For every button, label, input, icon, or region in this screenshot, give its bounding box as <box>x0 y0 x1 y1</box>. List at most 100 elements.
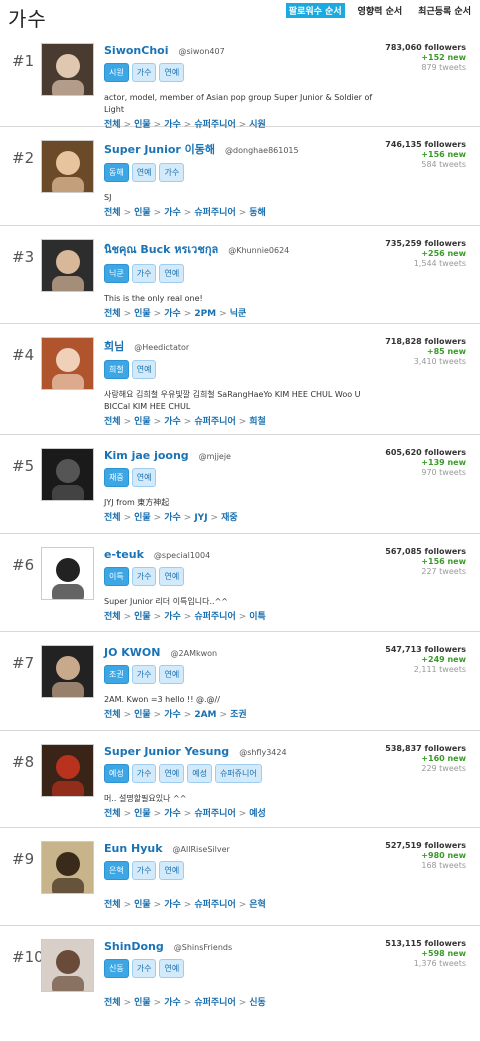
breadcrumb-link[interactable]: 가수 <box>164 710 181 720</box>
avatar[interactable] <box>41 744 94 797</box>
category-tag[interactable]: 예성 <box>104 764 129 783</box>
breadcrumb-link[interactable]: 닉쿤 <box>230 309 247 319</box>
category-tag[interactable]: 연예 <box>131 468 157 487</box>
category-tag[interactable]: 연예 <box>159 63 185 82</box>
user-name-link[interactable]: JO KWON <box>104 646 161 659</box>
breadcrumb-link[interactable]: 가수 <box>164 612 181 622</box>
avatar[interactable] <box>41 939 94 992</box>
breadcrumb-link[interactable]: 가수 <box>164 513 181 523</box>
category-tag[interactable]: 조권 <box>104 665 129 684</box>
category-tag[interactable]: 닉쿤 <box>104 264 129 283</box>
breadcrumb-link[interactable]: 전체 <box>104 612 121 622</box>
breadcrumb-link[interactable]: 이특 <box>249 612 266 622</box>
breadcrumb-link[interactable]: 신동 <box>249 998 266 1008</box>
category-tag[interactable]: 가수 <box>131 63 157 82</box>
breadcrumb-link[interactable]: 인물 <box>134 710 151 720</box>
user-row: #7 JO KWON @2AMkwon 조권 가수 연예 2AM. Kwon =3 hell… <box>0 632 480 731</box>
breadcrumb-link[interactable]: 가수 <box>164 208 181 218</box>
category-tag[interactable]: 희철 <box>104 360 129 379</box>
breadcrumb-link[interactable]: 가수 <box>164 998 181 1008</box>
breadcrumb-link[interactable]: 동해 <box>249 208 266 218</box>
breadcrumb-link[interactable]: 전체 <box>104 208 121 218</box>
category-tag[interactable]: 가수 <box>159 163 185 182</box>
breadcrumb-link[interactable]: 가수 <box>164 417 181 427</box>
category-tag[interactable]: 슈퍼쥬니어 <box>214 764 262 783</box>
sort-tab-followers[interactable]: 팔로워수 순서 <box>285 3 345 18</box>
breadcrumb-link[interactable]: 전체 <box>104 998 121 1008</box>
breadcrumb-link[interactable]: 가수 <box>164 309 181 319</box>
category-tag[interactable]: 재중 <box>104 468 129 487</box>
category-tag[interactable]: 연예 <box>159 567 185 586</box>
user-name-link[interactable]: ShinDong <box>104 940 164 953</box>
breadcrumb-link[interactable]: 2PM <box>194 309 216 319</box>
breadcrumb-link[interactable]: 슈퍼주니어 <box>194 998 235 1008</box>
category-tag[interactable]: 가수 <box>131 264 157 283</box>
user-name-link[interactable]: นิชคุณ Buck หรเวชกุล <box>104 243 218 256</box>
breadcrumb-link[interactable]: 인물 <box>134 612 151 622</box>
breadcrumb-link[interactable]: 슈퍼주니어 <box>194 208 235 218</box>
avatar[interactable] <box>41 841 94 894</box>
breadcrumb-link[interactable]: 전체 <box>104 900 121 910</box>
avatar[interactable] <box>41 337 94 390</box>
avatar[interactable] <box>41 140 94 193</box>
category-tag[interactable]: 연예 <box>131 360 157 379</box>
avatar[interactable] <box>41 239 94 292</box>
breadcrumb-link[interactable]: 인물 <box>134 309 151 319</box>
category-tag[interactable]: 이특 <box>104 567 129 586</box>
breadcrumb-link[interactable]: 전체 <box>104 417 121 427</box>
category-tag[interactable]: 연예 <box>131 163 157 182</box>
breadcrumb-link[interactable]: 가수 <box>164 900 181 910</box>
category-tag[interactable]: 가수 <box>131 861 157 880</box>
user-name-link[interactable]: Kim jae joong <box>104 449 189 462</box>
category-tag[interactable]: 가수 <box>131 567 157 586</box>
breadcrumb-link[interactable]: 재중 <box>221 513 238 523</box>
breadcrumb-link[interactable]: 슈퍼주니어 <box>194 900 235 910</box>
breadcrumb-link[interactable]: 희철 <box>249 417 266 427</box>
breadcrumb-link[interactable]: 전체 <box>104 809 121 819</box>
sort-tab-recent[interactable]: 최근등록 순서 <box>415 3 474 18</box>
category-tag[interactable]: 가수 <box>131 665 157 684</box>
avatar[interactable] <box>41 448 94 501</box>
breadcrumb-link[interactable]: 2AM <box>194 710 216 720</box>
breadcrumb-link[interactable]: 인물 <box>134 809 151 819</box>
category-tag[interactable]: 연예 <box>159 959 185 978</box>
avatar[interactable] <box>41 645 94 698</box>
user-name-link[interactable]: 희님 <box>104 340 124 353</box>
user-name-link[interactable]: e-teuk <box>104 548 144 561</box>
breadcrumb-link[interactable]: 인물 <box>134 417 151 427</box>
category-tag[interactable]: 예성 <box>187 764 212 783</box>
chevron-right-icon: > <box>238 417 247 427</box>
category-tag[interactable]: 연예 <box>159 665 185 684</box>
category-tag[interactable]: 연예 <box>159 764 185 783</box>
breadcrumb-link[interactable]: 조권 <box>230 710 247 720</box>
breadcrumb-link[interactable]: 가수 <box>164 809 181 819</box>
user-name-link[interactable]: Super Junior 이동해 <box>104 143 215 156</box>
breadcrumb-link[interactable]: 전체 <box>104 710 121 720</box>
breadcrumb-link[interactable]: 슈퍼주니어 <box>194 809 235 819</box>
breadcrumb-link[interactable]: 슈퍼주니어 <box>194 417 235 427</box>
category-tag[interactable]: 은혁 <box>104 861 129 880</box>
breadcrumb-link[interactable]: 예성 <box>249 809 266 819</box>
user-name-link[interactable]: Eun Hyuk <box>104 842 163 855</box>
category-tag[interactable]: 연예 <box>159 861 185 880</box>
sort-tab-influence[interactable]: 영향력 순서 <box>355 3 406 18</box>
breadcrumb-link[interactable]: 은혁 <box>249 900 266 910</box>
user-name-link[interactable]: SiwonChoi <box>104 44 168 57</box>
category-tag[interactable]: 가수 <box>131 764 157 783</box>
breadcrumb-link[interactable]: 인물 <box>134 208 151 218</box>
breadcrumb-link[interactable]: JYJ <box>194 513 207 523</box>
category-tag[interactable]: 동해 <box>104 163 129 182</box>
user-name-link[interactable]: Super Junior Yesung <box>104 745 229 758</box>
breadcrumb-link[interactable]: 전체 <box>104 309 121 319</box>
breadcrumb-link[interactable]: 인물 <box>134 900 151 910</box>
category-tag[interactable]: 가수 <box>131 959 157 978</box>
breadcrumb-link[interactable]: 인물 <box>134 513 151 523</box>
breadcrumb-link[interactable]: 전체 <box>104 513 121 523</box>
avatar[interactable] <box>41 43 94 96</box>
category-tag[interactable]: 시원 <box>104 63 129 82</box>
category-tag[interactable]: 신동 <box>104 959 129 978</box>
avatar[interactable] <box>41 547 94 600</box>
category-tag[interactable]: 연예 <box>159 264 185 283</box>
breadcrumb-link[interactable]: 슈퍼주니어 <box>194 612 235 622</box>
breadcrumb-link[interactable]: 인물 <box>134 998 151 1008</box>
